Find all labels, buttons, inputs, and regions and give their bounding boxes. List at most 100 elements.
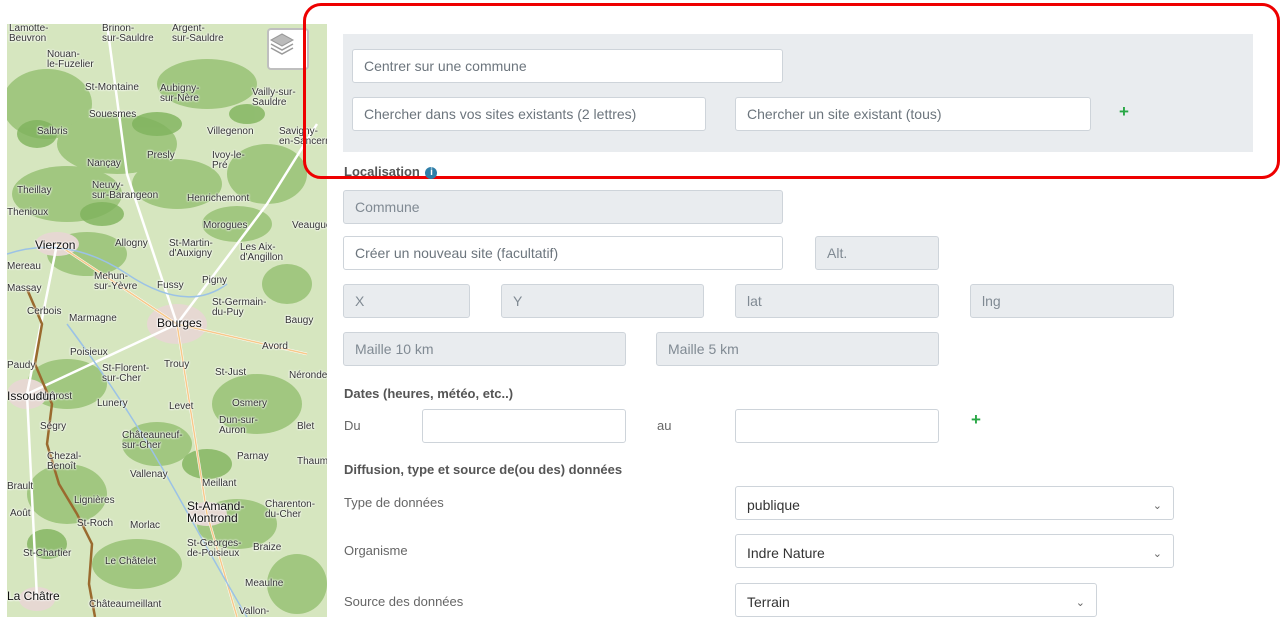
layers-button[interactable]: [267, 28, 309, 70]
organisation-select[interactable]: Indre Nature ⌄: [735, 534, 1174, 568]
date-from-input[interactable]: [422, 409, 626, 443]
my-sites-search-input[interactable]: Chercher dans vos sites existants (2 let…: [352, 97, 706, 131]
town-label: St-Martin-d'Auxigny: [169, 239, 213, 259]
town-label: Les Aix-d'Angillon: [240, 243, 283, 263]
chevron-down-icon: ⌄: [1075, 596, 1085, 609]
town-name: Baugy: [285, 315, 314, 326]
town-name: Vallon-: [239, 606, 270, 617]
town-name: Meaulne: [245, 578, 284, 589]
town-label: Meaulne: [245, 579, 283, 589]
data-source-select[interactable]: Terrain ⌄: [735, 583, 1097, 617]
town-name: Bourges: [157, 316, 202, 330]
town-name: Brault: [7, 481, 34, 492]
town-label: Lamotte- Beuvron: [9, 24, 48, 44]
maille-10km-field: Maille 10 km: [343, 332, 626, 366]
town-label: St-Germain-du-Puy: [212, 298, 266, 318]
town-name: Massay: [7, 283, 42, 294]
town-name-line2: sur-Cher: [102, 373, 141, 384]
town-label: Vallon-: [239, 607, 269, 617]
town-name-line2: sur-Yèvre: [94, 281, 138, 292]
localisation-heading: Localisation i: [344, 164, 438, 179]
town-name-line2: Auron: [219, 425, 246, 436]
town-name: Nérondes: [289, 370, 327, 381]
town-name: Châteaumeillant: [89, 599, 162, 610]
town-label: Villegenon: [207, 127, 254, 137]
town-label: Savigny-en-Sancerre: [279, 127, 327, 147]
town-label: Parnay: [237, 452, 269, 462]
town-name: Issoudun: [7, 389, 56, 403]
add-date-button[interactable]: +: [971, 410, 981, 430]
town-label: Thaumiers: [297, 457, 327, 467]
town-name-line2: le-Fuzelier: [47, 59, 94, 70]
town-name: Fussy: [157, 280, 184, 291]
info-circle-icon[interactable]: i: [425, 167, 438, 179]
town-label: Souesmes: [89, 110, 136, 120]
town-label: St-Chartier: [23, 549, 71, 559]
town-name: Levet: [169, 401, 194, 412]
town-label: Août: [10, 509, 31, 519]
town-label: Meillant: [202, 479, 236, 489]
town-label: Lignières: [74, 496, 115, 506]
town-label: Ivoy-le- Pré: [212, 151, 245, 171]
town-label: Thenioux: [7, 208, 48, 218]
town-name: Allogny: [115, 238, 148, 249]
town-label: Mehun-sur-Yèvre: [94, 272, 137, 292]
town-name: Parnay: [237, 451, 269, 462]
town-name: St-Just: [215, 367, 247, 378]
town-label: Salbris: [37, 127, 68, 137]
organisation-label: Organisme: [344, 543, 408, 558]
town-name: St-Roch: [77, 518, 114, 529]
all-sites-search-input[interactable]: Chercher un site existant (tous): [735, 97, 1091, 131]
town-name: Le Châtelet: [105, 556, 157, 567]
town-name: Braize: [253, 542, 282, 553]
town-name: Poisieux: [70, 347, 108, 358]
diffusion-heading: Diffusion, type et source de(ou des) don…: [344, 462, 623, 477]
town-name-line2: Beuvron: [9, 33, 47, 44]
town-name-line2: sur-Sauldre: [102, 33, 154, 44]
town-name: Presly: [147, 150, 175, 161]
town-label: Morlac: [130, 521, 160, 531]
town-name-line2: en-Sancerre: [279, 136, 327, 147]
town-label: Massay: [7, 284, 41, 294]
town-name: Nançay: [87, 158, 121, 169]
town-label: Châteauneuf-sur-Cher: [122, 431, 183, 451]
town-name-line2: du-Cher: [265, 509, 302, 520]
dates-heading: Dates (heures, météo, etc..): [344, 386, 514, 401]
town-name: Pigny: [202, 275, 228, 286]
town-label: Mereau: [7, 262, 41, 272]
town-label: St-Roch: [77, 519, 113, 529]
add-site-button[interactable]: +: [1119, 102, 1129, 122]
town-name: Salbris: [37, 126, 68, 137]
town-label: Braize: [253, 543, 281, 553]
date-to-input[interactable]: [735, 409, 939, 443]
town-name: Theillay: [17, 185, 52, 196]
town-label: Levet: [169, 402, 193, 412]
new-site-input[interactable]: Créer un nouveau site (facultatif): [343, 236, 783, 270]
town-label: Henrichemont: [187, 194, 249, 204]
commune-search-input[interactable]: Centrer sur une commune: [352, 49, 783, 83]
data-type-select[interactable]: publique ⌄: [735, 486, 1174, 520]
town-label: Theillay: [17, 186, 51, 196]
map-panel[interactable]: Lamotte- Beuvron Brinon-sur-Sauldre Argent-…: [7, 24, 327, 617]
town-label: St-Just: [215, 368, 246, 378]
town-name-line2: Pré: [212, 160, 228, 171]
town-label: Brinon-sur-Sauldre: [102, 24, 154, 44]
town-name-line2: Benoît: [47, 461, 76, 472]
town-label: Chezal- Benoît: [47, 452, 81, 472]
town-name: Vierzon: [35, 238, 76, 252]
town-label: Issoudun: [7, 390, 56, 402]
town-label: Nançay: [87, 159, 121, 169]
town-label: Dun-sur- Auron: [219, 416, 258, 436]
town-name-line2: d'Angillon: [240, 252, 284, 263]
town-name: Henrichemont: [187, 193, 250, 204]
data-source-label: Source des données: [344, 594, 464, 609]
town-name: Morogues: [203, 220, 248, 231]
town-name: Mereau: [7, 261, 41, 272]
town-label: Paudy: [7, 361, 35, 371]
town-name-line2: du-Puy: [212, 307, 244, 318]
town-name-line2: d'Auxigny: [169, 248, 213, 259]
town-label: Marmagne: [69, 314, 117, 324]
town-label: Ségry: [40, 422, 66, 432]
town-name: Blet: [297, 421, 315, 432]
altitude-field[interactable]: Alt.: [815, 236, 939, 270]
